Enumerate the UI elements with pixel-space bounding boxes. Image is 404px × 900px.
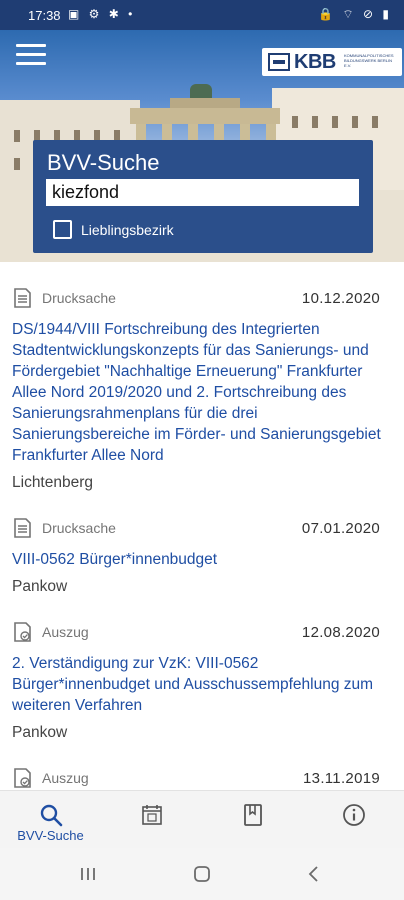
result-type: Drucksache [42, 520, 116, 536]
result-date: 07.01.2020 [301, 520, 380, 537]
result-title-link[interactable]: DS/1944/VIII Fortschreibung des Integrie… [12, 319, 392, 466]
result-district: Pankow [12, 724, 68, 741]
search-input[interactable]: kiezfond [46, 179, 359, 206]
calendar-icon [142, 805, 162, 825]
result-type: Auszug [42, 624, 89, 640]
nav-info[interactable] [303, 791, 404, 849]
home-icon[interactable] [188, 862, 216, 886]
excerpt-icon [14, 768, 31, 788]
system-icons: 🔒 ⌔ ⊘ ▮ [318, 7, 392, 21]
favorite-label: Lieblingsbezirk [81, 222, 174, 238]
info-icon [343, 804, 365, 826]
status-bar: 17:38 ▣ ⚙ ✱ • 🔒 ⌔ ⊘ ▮ [0, 0, 404, 30]
result-item[interactable]: Auszug 12.08.2020 2. Verständigung zur V… [0, 596, 404, 742]
result-item[interactable]: Drucksache 10.12.2020 DS/1944/VIII Forts… [0, 262, 404, 492]
book-icon [244, 804, 262, 826]
results-list: Drucksache 10.12.2020 DS/1944/VIII Forts… [0, 262, 404, 790]
status-time: 17:38 [28, 8, 61, 23]
bottom-navigation: BVV-Suche [0, 790, 404, 848]
logo-subtitle: KOMMUNALPOLITISCHES BILDUNGSWERK BERLIN … [344, 53, 394, 68]
result-type: Auszug [42, 770, 89, 786]
result-district: Lichtenberg [12, 474, 94, 491]
notification-icons: ▣ ⚙ ✱ • [68, 7, 136, 21]
result-item[interactable]: Drucksache 07.01.2020 VIII-0562 Bürger*i… [0, 492, 404, 596]
result-date: 13.11.2019 [303, 770, 380, 787]
nav-bookmarks[interactable] [202, 791, 303, 849]
nav-bvv-suche[interactable]: BVV-Suche [0, 791, 101, 849]
result-date: 12.08.2020 [301, 624, 380, 641]
result-date: 10.12.2020 [301, 290, 380, 307]
result-type: Drucksache [42, 290, 116, 306]
back-icon[interactable] [300, 862, 328, 886]
nav-calendar[interactable] [101, 791, 202, 849]
document-icon [14, 288, 31, 308]
result-title-link[interactable]: 2. Verständigung zur VzK: VIII-0562 Bürg… [12, 653, 392, 716]
result-district: Pankow [12, 578, 68, 595]
system-navigation-bar [0, 848, 404, 900]
logo-text: KBB [294, 51, 336, 73]
document-icon [14, 518, 31, 538]
result-title-link[interactable]: VIII-0562 Bürger*innenbudget [12, 549, 392, 570]
search-card: BVV-Suche kiezfond Lieblingsbezirk [33, 140, 373, 253]
result-item[interactable]: Auszug 13.11.2019 [0, 742, 404, 788]
kbb-logo: KBB KOMMUNALPOLITISCHES BILDUNGSWERK BER… [262, 48, 402, 76]
search-icon [40, 804, 63, 827]
kbb-flag-icon [268, 53, 290, 71]
favorite-checkbox[interactable] [53, 220, 72, 239]
hamburger-icon[interactable] [16, 44, 46, 66]
excerpt-icon [14, 622, 31, 642]
search-title: BVV-Suche [47, 150, 160, 175]
nav-label: BVV-Suche [17, 828, 84, 843]
recent-apps-icon[interactable] [74, 862, 102, 886]
